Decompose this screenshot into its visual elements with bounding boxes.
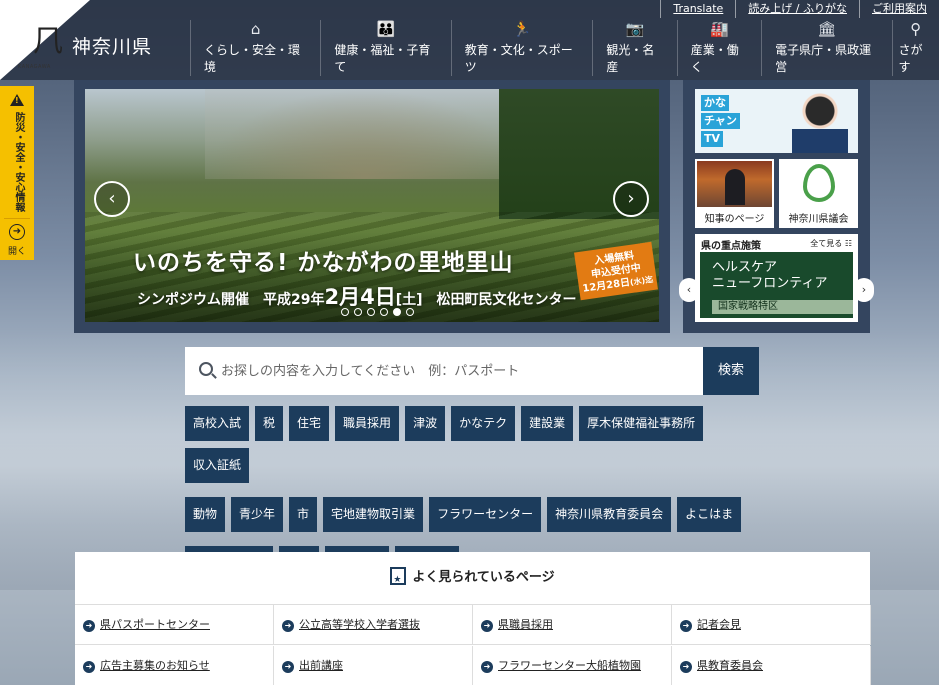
- slide-title: いのちを守る! かながわの里地里山: [133, 250, 514, 276]
- keyword-tag[interactable]: 動物: [185, 497, 226, 532]
- open-label: 開く: [8, 247, 27, 257]
- keyword-tag[interactable]: 厚木保健福祉事務所: [579, 406, 704, 441]
- keyword-tag[interactable]: フラワーセンター: [429, 497, 542, 532]
- priority-title: 県の重点施策: [701, 241, 761, 252]
- slide-dot[interactable]: [406, 308, 414, 316]
- prefecture-emblem-icon: ⺇: [33, 24, 63, 59]
- slide-dot[interactable]: [393, 308, 401, 316]
- site-logo[interactable]: ⺇ KANAGAWA 神奈川県: [0, 0, 190, 80]
- slide-subtitle: シンポジウム開催 平成29年2月4日[土] 松田町民文化センター: [137, 285, 577, 309]
- chevron-left-icon: ‹: [686, 283, 692, 296]
- slide-dot[interactable]: [367, 308, 375, 316]
- governor-page-link[interactable]: 知事のページ: [695, 159, 774, 228]
- keyword-tag[interactable]: 建設業: [521, 406, 574, 441]
- carousel-prev-button[interactable]: ‹: [94, 181, 130, 217]
- slide-dot[interactable]: [354, 308, 362, 316]
- chevron-right-icon: ›: [627, 188, 635, 209]
- priority-prev-button[interactable]: ‹: [679, 278, 699, 302]
- chevron-right-icon: ›: [861, 283, 867, 296]
- keyword-tag[interactable]: 高校入試: [185, 406, 250, 441]
- factory-icon: 🏭: [710, 20, 729, 38]
- slide-dot[interactable]: [341, 308, 349, 316]
- frequent-pages-title: よく見られているページ: [75, 552, 870, 606]
- view-all-link[interactable]: 全て見る ☷: [810, 238, 852, 249]
- slide-dots: [341, 308, 414, 316]
- utility-links: Translate 読み上げ / ふりがな ご利用案内: [660, 0, 939, 18]
- search-icon: ⚲: [910, 20, 922, 38]
- translate-link[interactable]: Translate: [660, 0, 735, 18]
- nav-tourism[interactable]: 📷 観光・名産: [592, 20, 676, 76]
- nav-search[interactable]: ⚲ さがす: [891, 20, 939, 76]
- family-icon: 👪: [376, 20, 396, 38]
- search-icon: [199, 362, 213, 376]
- hero-slide[interactable]: いのちを守る! かながわの里地里山 シンポジウム開催 平成29年2月4日[土] …: [85, 89, 659, 322]
- arrow-right-icon: ➜: [9, 224, 25, 240]
- assembly-link[interactable]: 神奈川県議会: [779, 159, 858, 228]
- keyword-tag[interactable]: 住宅: [289, 406, 330, 441]
- nav-life-safety[interactable]: ⌂ くらし・安全・環境: [190, 20, 320, 76]
- keyword-tag[interactable]: よこはま: [677, 497, 742, 532]
- nav-industry-work[interactable]: 🏭 産業・働く: [676, 20, 761, 76]
- frequent-link[interactable]: 公立高等学校入学者選抜: [274, 605, 473, 645]
- kanachan-tv-banner[interactable]: かな チャン TV: [695, 89, 858, 153]
- keyword-tag[interactable]: 税: [255, 406, 284, 441]
- keyword-tag[interactable]: 神奈川県教育委員会: [547, 497, 672, 532]
- healthcare-frontier-banner[interactable]: ヘルスケア ニューフロンティア 国家戦略特区: [700, 252, 853, 318]
- frequent-link[interactable]: 広告主募集のお知らせ: [75, 646, 274, 685]
- keyword-tag[interactable]: 宅地建物取引業: [323, 497, 424, 532]
- government-building-icon: 🏛: [817, 20, 837, 38]
- frequent-link[interactable]: 県教育委員会: [672, 646, 871, 685]
- frequent-link[interactable]: 県職員採用: [473, 605, 672, 645]
- read-aloud-link[interactable]: 読み上げ / ふりがな: [735, 0, 859, 18]
- frequent-link[interactable]: 記者会見: [672, 605, 871, 645]
- camera-icon: 📷: [625, 20, 645, 38]
- frequent-pages: よく見られているページ 県パスポートセンター公立高等学校入学者選抜県職員採用記者…: [75, 552, 871, 685]
- hero-carousel: いのちを守る! かながわの里地里山 シンポジウム開催 平成29年2月4日[土] …: [74, 80, 670, 333]
- disaster-info-label: 防災・安全・安心情報: [13, 112, 24, 212]
- frequent-link[interactable]: 県パスポートセンター: [75, 605, 274, 645]
- header-bar: ⺇ KANAGAWA 神奈川県 Translate 読み上げ / ふりがな ご利…: [0, 0, 939, 80]
- search-input[interactable]: [221, 347, 701, 395]
- assembly-logo-icon: [803, 164, 835, 202]
- keyword-tag[interactable]: 収入証紙: [185, 448, 250, 483]
- site-search: 検索: [185, 347, 759, 395]
- search-button[interactable]: 検索: [703, 347, 759, 395]
- carousel-next-button[interactable]: ›: [613, 181, 649, 217]
- keyword-tag[interactable]: 津波: [405, 406, 446, 441]
- presenter-image: [792, 93, 848, 153]
- keyword-tag[interactable]: 職員採用: [335, 406, 400, 441]
- disaster-info-tab[interactable]: ! 防災・安全・安心情報 ➜ 開く: [0, 86, 34, 260]
- usage-guide-link[interactable]: ご利用案内: [859, 0, 939, 18]
- right-panel: かな チャン TV 知事のページ 神奈川県議会 県の重点施策 全て見る ☷ ヘルスケ…: [679, 80, 874, 333]
- priority-next-button[interactable]: ›: [854, 278, 874, 302]
- house-icon: ⌂: [250, 20, 261, 38]
- keyword-tag[interactable]: 青少年: [231, 497, 284, 532]
- global-nav: ⌂ くらし・安全・環境 👪 健康・福祉・子育て 🏃 教育・文化・スポーツ 📷 観光・名産…: [190, 20, 939, 76]
- slide-dot[interactable]: [380, 308, 388, 316]
- chevron-left-icon: ‹: [108, 188, 116, 209]
- nav-e-government[interactable]: 🏛 電子県庁・県政運営: [761, 20, 891, 76]
- priority-policies: 県の重点施策 全て見る ☷ ヘルスケア ニューフロンティア 国家戦略特区: [695, 234, 858, 322]
- frequent-link[interactable]: 出前講座: [274, 646, 473, 685]
- bookmark-star-icon: [390, 554, 407, 606]
- logo-text: 神奈川県: [72, 36, 153, 58]
- keyword-tag[interactable]: かなテク: [451, 406, 516, 441]
- nav-health-welfare[interactable]: 👪 健康・福祉・子育て: [320, 20, 450, 76]
- frequent-link[interactable]: フラワーセンター大船植物園: [473, 646, 672, 685]
- logo-english: KANAGAWA: [18, 64, 51, 70]
- keyword-tag[interactable]: 市: [289, 497, 318, 532]
- nav-education-culture[interactable]: 🏃 教育・文化・スポーツ: [450, 20, 593, 76]
- runner-icon: 🏃: [512, 20, 532, 38]
- frequent-links-grid: 県パスポートセンター公立高等学校入学者選抜県職員採用記者会見広告主募集のお知らせ…: [75, 604, 871, 685]
- governor-photo: [697, 161, 772, 207]
